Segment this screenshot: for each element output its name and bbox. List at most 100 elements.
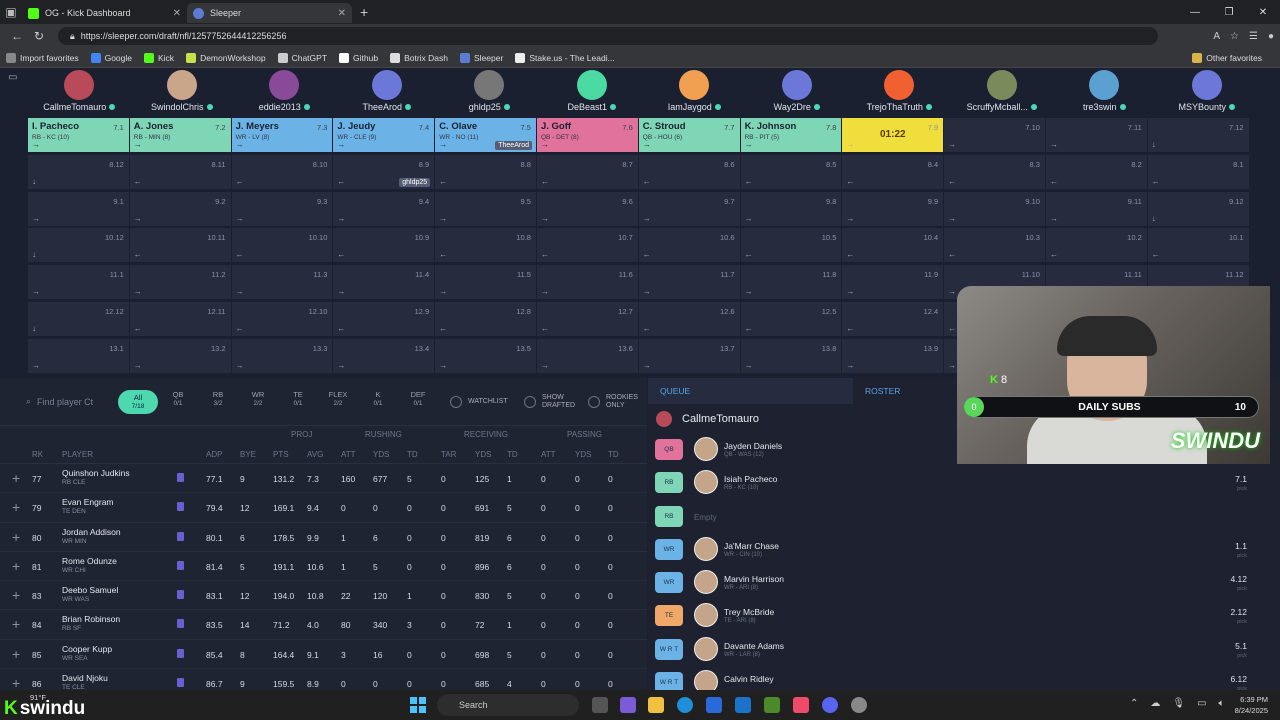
- empty-cell[interactable]: 9.10 →: [944, 191, 1046, 226]
- empty-cell[interactable]: 13.1 →: [28, 338, 130, 373]
- empty-cell[interactable]: 8.1 ←: [1147, 154, 1250, 189]
- volume-icon[interactable]: 🔈︎: [1219, 698, 1225, 709]
- restore-icon[interactable]: ❐: [1212, 7, 1246, 18]
- discord-icon[interactable]: [822, 697, 838, 713]
- add-player-icon[interactable]: +: [12, 587, 20, 603]
- manager-6[interactable]: IamJaygod: [643, 70, 746, 116]
- drafted-cell[interactable]: J. Goff QB - DET (8) 7.6 →: [536, 118, 639, 152]
- windows-start-icon[interactable]: [410, 697, 426, 713]
- new-tab-button[interactable]: +: [360, 4, 368, 20]
- mic-icon[interactable]: 🎙︎: [1172, 698, 1185, 709]
- player-name[interactable]: Rome Odunze: [62, 556, 117, 566]
- table-row[interactable]: +84 Brian Robinson RB SF 83.5 14 71.2 4.0 80 340…: [0, 610, 647, 640]
- empty-cell[interactable]: 13.2 →: [129, 338, 232, 373]
- close-window-icon[interactable]: ✕: [1246, 7, 1280, 18]
- empty-cell[interactable]: 11.1 →: [28, 265, 130, 300]
- outlook-icon[interactable]: [735, 697, 751, 713]
- empty-cell[interactable]: 10.2 ←: [1045, 228, 1148, 263]
- toggle-1[interactable]: SHOW DRAFTED: [524, 394, 576, 410]
- on-the-clock-cell[interactable]: 01:22 7.9 →: [842, 118, 945, 152]
- drafted-cell[interactable]: K. Johnson RB - PIT (5) 7.8 →: [740, 118, 843, 152]
- column-header[interactable]: TD: [608, 450, 619, 459]
- empty-cell[interactable]: 7.10 →: [944, 118, 1046, 152]
- filter-flex[interactable]: FLEX 2/2: [318, 390, 358, 414]
- empty-cell[interactable]: 10.5 ←: [740, 228, 843, 263]
- roster-row[interactable]: W R T Davante Adams WR - LAR (8) 5.1 pick: [648, 634, 1280, 667]
- empty-cell[interactable]: 8.6 ←: [638, 154, 741, 189]
- read-aloud-icon[interactable]: A: [1213, 31, 1220, 42]
- star-icon[interactable]: ☆: [1230, 31, 1239, 42]
- filter-all[interactable]: All 7/18: [118, 389, 158, 414]
- column-header[interactable]: TD: [407, 450, 418, 459]
- weather-widget[interactable]: 91°F: [30, 693, 46, 702]
- drafted-cell[interactable]: C. Stroud QB - HOU (6) 7.7 →: [638, 118, 741, 152]
- add-player-icon[interactable]: +: [12, 616, 20, 632]
- table-row[interactable]: +77 Quinshon Judkins RB CLE 77.1 9 131.2 7.3 16…: [0, 464, 647, 494]
- player-name[interactable]: Quinshon Judkins: [62, 468, 130, 478]
- settings-icon[interactable]: [851, 697, 867, 713]
- drafted-cell[interactable]: A. Jones RB - MIN (8) 7.2 →: [129, 118, 232, 152]
- nvidia-icon[interactable]: [764, 697, 780, 713]
- favorite-4[interactable]: ChatGPT: [277, 52, 327, 63]
- player-name[interactable]: Brian Robinson: [62, 614, 120, 624]
- empty-cell[interactable]: 10.8 ←: [435, 228, 537, 263]
- empty-cell[interactable]: 13.6 →: [536, 338, 639, 373]
- favorite-7[interactable]: Sleeper: [460, 52, 503, 63]
- drafted-cell[interactable]: J. Meyers WR - LV (8) 7.3 →: [231, 118, 334, 152]
- copilot-icon[interactable]: [620, 697, 636, 713]
- tab-sleeper[interactable]: Sleeper ✕: [187, 3, 352, 23]
- player-name[interactable]: Deebo Samuel: [62, 585, 118, 595]
- queue-icon[interactable]: [177, 648, 184, 658]
- empty-cell[interactable]: 10.7 ←: [536, 228, 639, 263]
- queue-icon[interactable]: [177, 560, 184, 570]
- manager-0[interactable]: CallmeTomauro: [28, 70, 131, 116]
- manager-1[interactable]: SwindolChris: [131, 70, 234, 116]
- close-icon[interactable]: ✕: [338, 8, 346, 19]
- favorite-6[interactable]: Botrix Dash: [390, 52, 448, 63]
- roster-row[interactable]: RB Isiah Pacheco RB - KC (10) 7.1 pick: [648, 467, 1280, 500]
- toggle-0[interactable]: WATCHLIST: [450, 394, 512, 410]
- manager-3[interactable]: TheeArod: [336, 70, 439, 116]
- empty-cell[interactable]: 11.7 →: [638, 265, 741, 300]
- empty-cell[interactable]: 11.2 →: [129, 265, 232, 300]
- profile-icon[interactable]: ●: [1268, 31, 1274, 42]
- queue-icon[interactable]: [177, 590, 184, 600]
- column-header[interactable]: PTS: [273, 450, 289, 459]
- add-player-icon[interactable]: +: [12, 646, 20, 662]
- empty-cell[interactable]: 11.8 →: [740, 265, 843, 300]
- sidebar-toggle-icon[interactable]: ▭: [8, 72, 17, 83]
- column-header[interactable]: TAR: [441, 450, 456, 459]
- manager-7[interactable]: Way2Dre: [746, 70, 849, 116]
- filter-k[interactable]: K 0/1: [358, 390, 398, 414]
- add-player-icon[interactable]: +: [12, 558, 20, 574]
- empty-cell[interactable]: 10.4 ←: [842, 228, 945, 263]
- drafted-cell[interactable]: J. Jeudy WR - CLE (9) 7.4 →: [333, 118, 436, 152]
- empty-cell[interactable]: 7.12 ↓: [1147, 118, 1250, 152]
- roster-row[interactable]: TE Trey McBride TE - ARI (8) 2.12 pick: [648, 600, 1280, 633]
- close-icon[interactable]: ✕: [173, 8, 181, 19]
- filter-wr[interactable]: WR 2/2: [238, 390, 278, 414]
- table-row[interactable]: +85 Cooper Kupp WR SEA 85.4 8 164.4 9.1 3 16 0 0 69…: [0, 640, 647, 670]
- favorite-8[interactable]: Stake.us - The Leadi...: [515, 52, 615, 63]
- column-header[interactable]: AVG: [307, 450, 323, 459]
- column-header[interactable]: YDS: [475, 450, 491, 459]
- empty-cell[interactable]: 11.3 →: [231, 265, 334, 300]
- player-name[interactable]: David Njoku: [62, 673, 108, 683]
- empty-cell[interactable]: 10.6 ←: [638, 228, 741, 263]
- queue-icon[interactable]: [177, 678, 184, 688]
- task-view-icon[interactable]: [592, 697, 608, 713]
- queue-icon[interactable]: [177, 502, 184, 512]
- manager-9[interactable]: ScruffyMcball...: [951, 70, 1054, 116]
- empty-cell[interactable]: 8.5 ←: [740, 154, 843, 189]
- favorite-1[interactable]: Google: [90, 52, 132, 63]
- file-explorer-icon[interactable]: [648, 697, 664, 713]
- network-icon[interactable]: ▭: [1197, 698, 1206, 709]
- minimize-icon[interactable]: —: [1178, 7, 1212, 18]
- empty-cell[interactable]: 12.12 ↓: [28, 301, 130, 336]
- empty-cell[interactable]: 9.12 ↓: [1147, 191, 1250, 226]
- player-name[interactable]: Evan Engram: [62, 497, 114, 507]
- empty-cell[interactable]: 13.8 →: [740, 338, 843, 373]
- filter-qb[interactable]: QB 0/1: [158, 390, 198, 414]
- drafted-cell[interactable]: C. Olave WR - NO (11) 7.5 → TheeArod: [435, 118, 537, 152]
- column-header[interactable]: ATT: [541, 450, 556, 459]
